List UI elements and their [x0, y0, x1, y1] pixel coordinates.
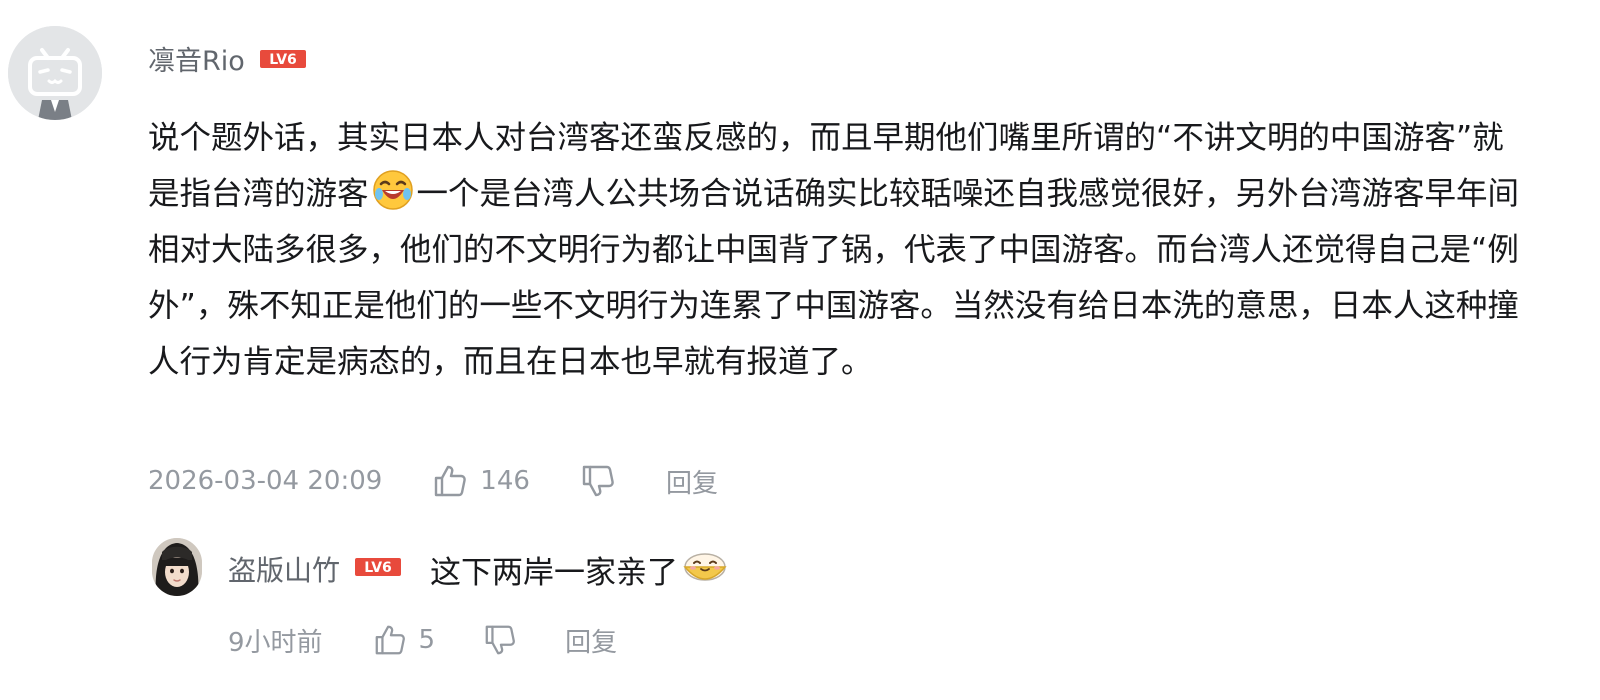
comment-timestamp: 2026-03-04 20:09 [148, 466, 383, 496]
thumbs-up-icon [435, 465, 467, 497]
level-badge-icon: LV6 [259, 44, 307, 80]
reply-user-avatar[interactable] [152, 538, 202, 596]
reply-reply-button[interactable]: 回复 [565, 622, 617, 659]
reply-dislike-button[interactable] [483, 623, 517, 657]
reply-like-count: 5 [418, 625, 436, 655]
level-badge-icon: LV6 [354, 556, 402, 582]
svg-text:LV6: LV6 [364, 560, 392, 576]
comment-body: 说个题外话，其实日本人对台湾客还蛮反感的，而且早期他们嘴里所谓的“不讲文明的中国… [148, 110, 1528, 390]
comment-username: 凛音Rio LV6 [148, 44, 307, 80]
thumbs-up-icon [375, 625, 405, 655]
comment-actions: 2026-03-04 20:09 146 回复 [148, 458, 718, 504]
user-avatar[interactable] [8, 26, 102, 120]
like-count: 146 [480, 466, 530, 496]
reply-like-button[interactable]: 5 [373, 623, 484, 657]
laughing-crying-emoji-icon [371, 168, 415, 212]
thumbs-down-icon [582, 465, 614, 497]
bowl-face-emoji-icon [680, 545, 730, 593]
dislike-button[interactable] [580, 463, 616, 499]
like-button[interactable]: 146 [432, 463, 580, 499]
svg-text:LV6: LV6 [269, 52, 297, 68]
reply-username[interactable]: 盗版山竹 [228, 549, 340, 589]
reply-button[interactable]: 回复 [666, 463, 718, 500]
reply-actions: 9小时前 5 回复 [228, 618, 617, 662]
username-text[interactable]: 凛音Rio [148, 44, 245, 80]
reply-item: 盗版山竹 LV6 这下两岸一家亲了 [228, 546, 730, 592]
girl-portrait-avatar-icon [152, 538, 202, 596]
bilibili-tv-avatar-icon [8, 26, 102, 120]
thumbs-down-icon [485, 625, 516, 655]
reply-timestamp: 9小时前 [228, 627, 323, 658]
reply-text: 这下两岸一家亲了 [430, 554, 679, 591]
